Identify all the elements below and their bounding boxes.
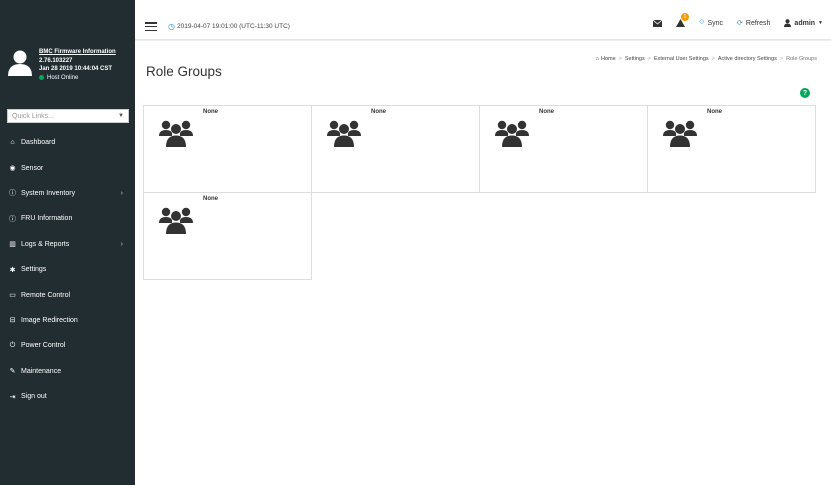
user-panel: BMC Firmware Information 2.76.103227 Jan… (0, 0, 135, 104)
firmware-info: BMC Firmware Information 2.76.103227 Jan… (39, 48, 116, 82)
datetime-text: 2019-04-07 19:01:00 (UTC-11:30 UTC) (176, 23, 290, 30)
sidebar-item-label: Image Redirection (21, 316, 78, 324)
sidebar-item-label: System Inventory (21, 189, 76, 197)
role-group-name: None (707, 109, 722, 115)
sidebar: BMC Firmware Information 2.76.103227 Jan… (0, 0, 135, 485)
chevron-right-icon: › (120, 240, 123, 248)
sidebar-item-power-control[interactable]: ⏻ Power Control (0, 333, 135, 358)
role-group-card[interactable]: None (311, 105, 480, 193)
user-icon (784, 19, 792, 27)
role-group-name: None (539, 109, 554, 115)
info-icon: ⓘ (9, 215, 16, 223)
role-group-card[interactable]: None (143, 105, 312, 193)
notification-badge: 1 (680, 13, 689, 21)
sidebar-item-label: Sensor (21, 164, 44, 172)
sidebar-item-label: Power Control (21, 342, 66, 350)
home-icon: ⌂ (595, 56, 599, 62)
sidebar-menu: ⌂ Dashboard ◉ Sensor ⓘ System Inventory › ⓘ FRU … (0, 130, 135, 409)
caret-down-icon: ▼ (818, 20, 823, 26)
users-group-icon (662, 117, 698, 147)
user-menu[interactable]: admin ▼ (784, 19, 823, 27)
users-group-icon (494, 117, 530, 147)
refresh-label: Refresh (745, 19, 771, 27)
user-avatar-icon (8, 50, 32, 76)
breadcrumb-item[interactable]: External User Settings (654, 56, 709, 62)
users-group-icon (158, 117, 194, 147)
breadcrumb-item[interactable]: Active directory Settings (718, 56, 777, 62)
users-group-icon (326, 117, 362, 147)
breadcrumb-separator: > (779, 56, 784, 62)
host-status: Host Online (39, 74, 116, 83)
drive-icon: ⊟ (9, 317, 16, 325)
firmware-version: 2.76.103227 (39, 57, 73, 64)
breadcrumb-item[interactable]: Settings (625, 56, 645, 62)
sign-out-icon: ⇥ (9, 393, 16, 401)
sidebar-item-fru-information[interactable]: ⓘ FRU Information (0, 206, 135, 231)
role-group-name: None (203, 109, 218, 115)
role-group-name: None (371, 109, 386, 115)
sidebar-item-label: Maintenance (21, 367, 62, 375)
sync-button[interactable]: ⟐ Sync (699, 19, 723, 27)
breadcrumb-separator: > (711, 56, 715, 62)
monitor-icon: ▭ (9, 292, 16, 300)
sidebar-item-label: Dashboard (21, 139, 56, 147)
chevron-right-icon: › (120, 189, 123, 197)
sidebar-item-label: Sign out (21, 393, 47, 401)
user-label: admin (794, 19, 816, 27)
alert-notifications[interactable]: 1 (675, 13, 689, 27)
firmware-date: Jan 28 2019 10:44:04 CST (39, 66, 113, 72)
sidebar-item-remote-control[interactable]: ▭ Remote Control (0, 282, 135, 307)
hamburger-menu-icon[interactable] (145, 22, 157, 31)
chevron-down-icon: ▼ (118, 113, 124, 119)
role-group-card[interactable]: None (647, 105, 816, 193)
refresh-button[interactable]: ⟳ Refresh (737, 19, 771, 28)
sidebar-item-label: Logs & Reports (21, 240, 70, 248)
refresh-icon: ⟳ (737, 20, 743, 27)
breadcrumb-item: Role Groups (786, 56, 817, 62)
main-content: Role Groups ⌂ Home > Settings > External Use… (135, 41, 831, 485)
sidebar-item-sign-out[interactable]: ⇥ Sign out (0, 384, 135, 409)
quick-links-placeholder: Quick Links... (12, 112, 55, 120)
sidebar-item-image-redirection[interactable]: ⊟ Image Redirection (0, 308, 135, 333)
breadcrumb-separator: > (618, 56, 622, 62)
sensor-icon: ◉ (9, 165, 16, 173)
breadcrumb-item[interactable]: Home (601, 56, 616, 62)
sidebar-item-settings[interactable]: ✱ Settings (0, 257, 135, 282)
quick-links-select[interactable]: Quick Links... ▼ (7, 109, 129, 123)
help-icon[interactable]: ? (800, 88, 810, 98)
role-group-card[interactable]: None (479, 105, 648, 193)
firmware-info-link[interactable]: BMC Firmware Information (39, 48, 116, 57)
chart-icon: ▥ (9, 241, 16, 249)
header-actions: 1 ⟐ Sync ⟳ Refresh admin ▼ (652, 13, 823, 28)
sidebar-item-label: Remote Control (21, 291, 71, 299)
sidebar-item-label: Settings (21, 266, 47, 274)
wrench-icon: ✎ (9, 368, 16, 376)
gear-icon: ✱ (9, 266, 16, 274)
sync-icon: ⟐ (698, 19, 705, 26)
sidebar-item-maintenance[interactable]: ✎ Maintenance (0, 359, 135, 384)
sidebar-item-system-inventory[interactable]: ⓘ System Inventory › (0, 181, 135, 206)
host-status-label: Host Online (47, 74, 79, 81)
sidebar-item-sensor[interactable]: ◉ Sensor (0, 155, 135, 180)
top-header: ◷ 2019-04-07 19:01:00 (UTC-11:30 UTC) 1 … (135, 0, 831, 40)
sidebar-item-logs-reports[interactable]: ▥ Logs & Reports › (0, 232, 135, 257)
sync-label: Sync (707, 19, 724, 27)
info-icon: ⓘ (9, 190, 16, 198)
status-dot-icon (39, 75, 44, 81)
clock-icon: ◷ (168, 22, 175, 31)
users-group-icon (158, 204, 194, 234)
page-title: Role Groups (146, 64, 222, 79)
dashboard-icon: ⌂ (10, 139, 15, 147)
mail-icon[interactable] (652, 19, 662, 27)
breadcrumb-separator: > (647, 56, 651, 62)
sidebar-item-dashboard[interactable]: ⌂ Dashboard (0, 130, 135, 155)
sidebar-item-label: FRU Information (21, 215, 73, 223)
role-group-card[interactable]: None (143, 192, 312, 280)
role-group-name: None (203, 196, 218, 202)
datetime-display: ◷ 2019-04-07 19:01:00 (UTC-11:30 UTC) (168, 22, 290, 31)
power-icon: ⏻ (9, 341, 16, 349)
breadcrumb: ⌂ Home > Settings > External User Settings > A… (596, 56, 817, 62)
